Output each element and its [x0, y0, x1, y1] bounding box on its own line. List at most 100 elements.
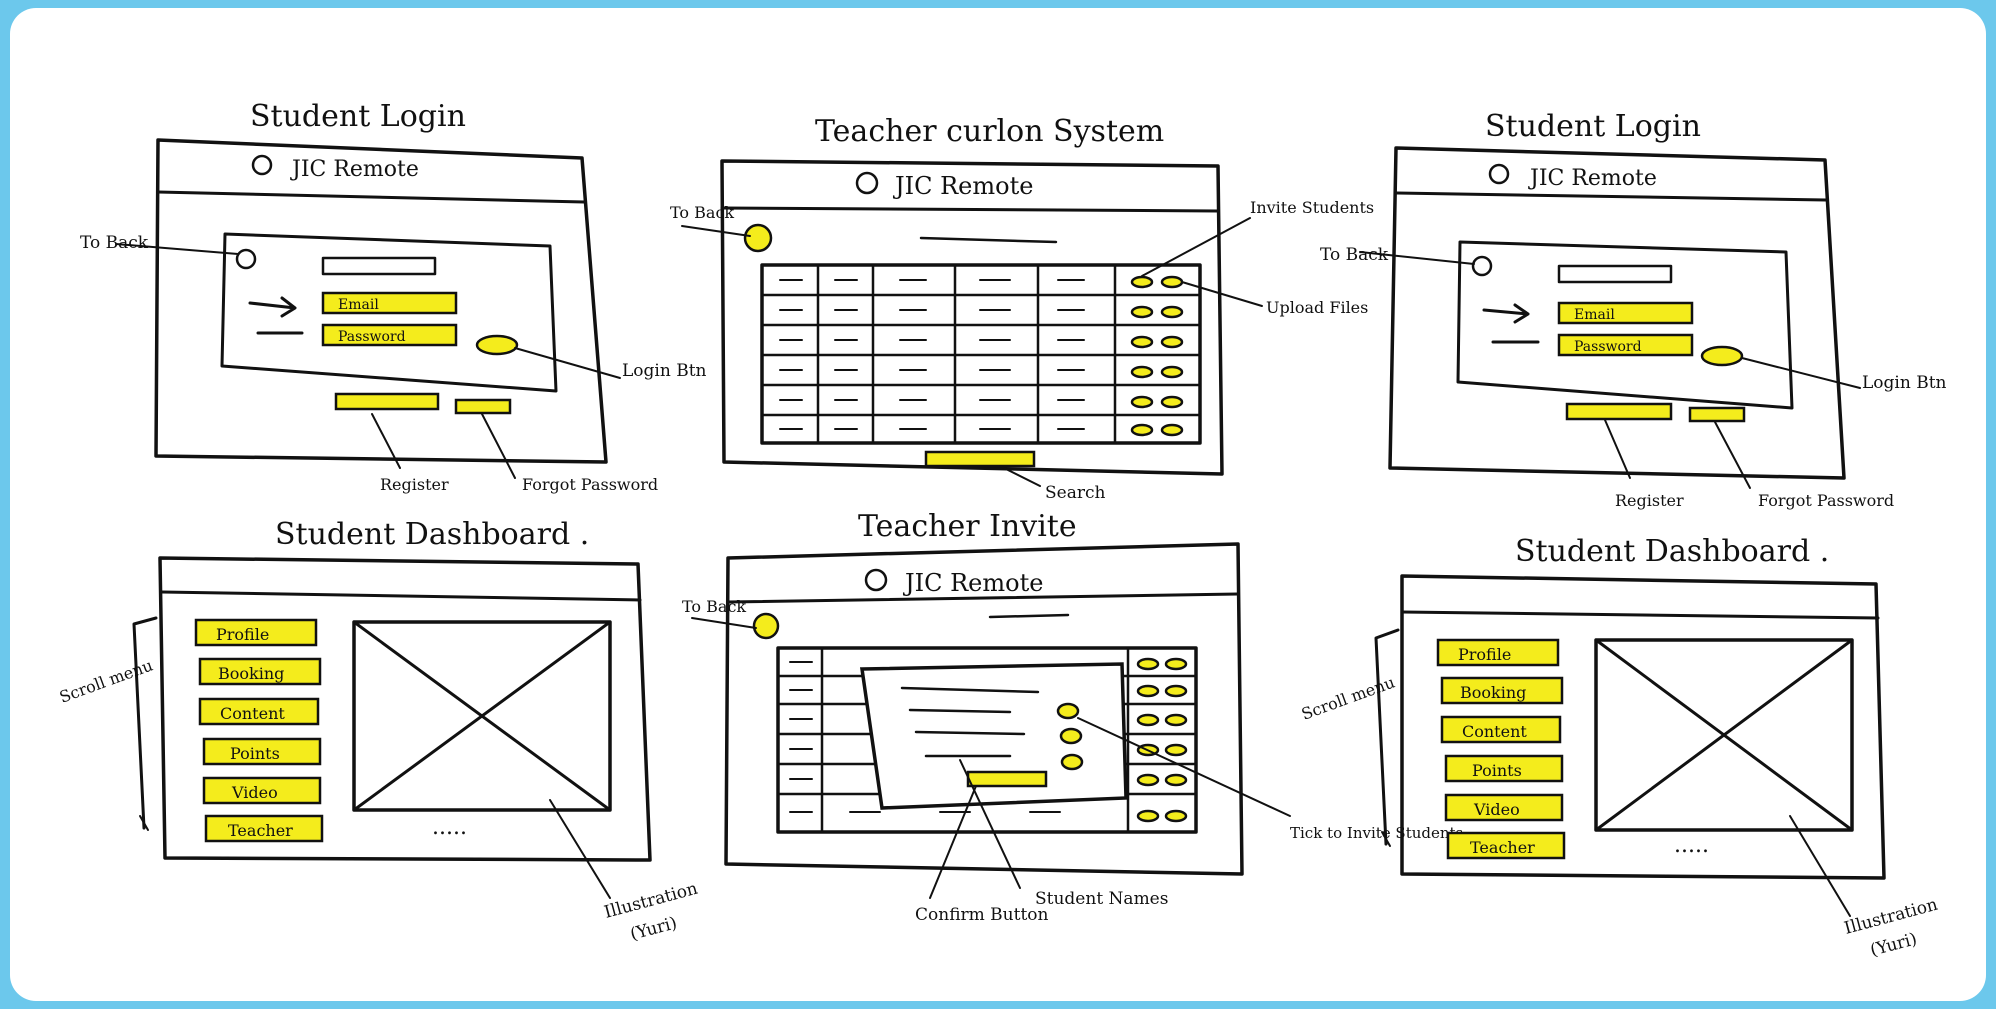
back-icon[interactable] [752, 612, 780, 640]
email-label: Email [338, 297, 379, 313]
row-action-button[interactable] [1160, 395, 1184, 409]
invite-toggle[interactable] [1164, 684, 1188, 698]
annotation-login-btn: Login Btn [622, 361, 707, 381]
menu-label: Teacher [1470, 838, 1535, 857]
page-heading-line [919, 236, 1058, 244]
panel-teacher-system: Teacher curlon System JIC Remote To Back… [670, 114, 1374, 503]
row-action-button[interactable] [1160, 305, 1184, 319]
panel-student-login-right: Student Login JIC Remote Email Password … [1320, 109, 1947, 510]
panel-title: Student Dashboard . [1515, 534, 1829, 569]
invite-toggle[interactable] [1164, 743, 1188, 757]
search-button[interactable] [924, 450, 1036, 468]
invite-toggle[interactable] [1164, 657, 1188, 671]
register-button[interactable] [334, 392, 440, 411]
row-action-button[interactable] [1160, 365, 1184, 379]
panel-teacher-invite: Teacher Invite JIC Remote To Back Tick t… [682, 509, 1463, 925]
annotation-illustration: Illustration [602, 879, 700, 923]
row-action-button[interactable] [1130, 305, 1154, 319]
invite-students-button[interactable] [1130, 275, 1154, 289]
invite-toggle[interactable] [1136, 809, 1160, 823]
annotation-illustration: Illustration [1842, 895, 1940, 939]
annotation-scroll-menu: Scroll menu [1299, 672, 1397, 723]
annotation-illustration-sub: (Yuri) [628, 913, 679, 945]
invite-toggle[interactable] [1164, 773, 1188, 787]
annotation-invite-students: Invite Students [1250, 198, 1374, 217]
forgot-password-button[interactable] [1688, 406, 1746, 423]
confirm-button[interactable] [966, 770, 1048, 788]
invite-toggle[interactable] [1136, 657, 1160, 671]
invite-toggle[interactable] [1164, 713, 1188, 727]
sketch-board: Student Login JIC Remote Email Password … [10, 8, 1986, 1001]
panel-title: Teacher Invite [858, 509, 1077, 544]
forgot-password-button[interactable] [454, 398, 512, 415]
panel-title: Student Login [1485, 109, 1701, 144]
app-name: JIC Remote [290, 157, 419, 182]
menu-label: Teacher [228, 821, 293, 840]
row-action-button[interactable] [1130, 365, 1154, 379]
panel-student-dashboard-left: Student Dashboard . Profile Booking Cont… [57, 517, 700, 945]
menu-label: Video [231, 783, 278, 802]
logo-icon [864, 568, 888, 592]
annotation-upload-files: Upload Files [1266, 298, 1368, 317]
side-menu: Profile Booking Content Points Video Tea… [194, 618, 324, 843]
invite-checkbox[interactable] [1059, 727, 1083, 745]
annotation-student-names: Student Names [1035, 889, 1168, 909]
ellipsis: ..... [1674, 833, 1709, 858]
invite-toggle[interactable] [1136, 713, 1160, 727]
menu-label: Content [1462, 722, 1527, 741]
panel-student-login-left: Student Login JIC Remote Email Password … [80, 99, 707, 494]
row-invite-buttons [1136, 657, 1188, 823]
annotation-to-back: To Back [670, 203, 734, 222]
register-button[interactable] [1565, 402, 1673, 421]
ellipsis: ..... [432, 815, 467, 840]
menu-label: Booking [218, 664, 284, 683]
panel-title: Teacher curlon System [815, 114, 1164, 149]
logo-field [321, 256, 437, 276]
wireframe-sketch: Student Login JIC Remote Email Password … [57, 99, 1947, 961]
invite-toggle[interactable] [1136, 773, 1160, 787]
row-action-button[interactable] [1130, 395, 1154, 409]
login-button[interactable] [475, 334, 519, 356]
logo-field [1557, 264, 1673, 284]
panel-title: Student Dashboard . [275, 517, 589, 552]
panel-student-dashboard-right: Student Dashboard . Profile Booking Cont… [1299, 534, 1940, 961]
logo-icon [1488, 163, 1510, 185]
email-label: Email [1574, 307, 1615, 323]
annotation-tick: Tick to Invite Students [1290, 824, 1463, 842]
menu-label: Points [230, 744, 280, 763]
menu-label: Profile [1458, 645, 1511, 664]
menu-label: Video [1473, 800, 1520, 819]
back-icon[interactable] [235, 248, 257, 270]
menu-label: Profile [216, 625, 269, 644]
annotation-forgot: Forgot Password [522, 475, 658, 494]
app-name: JIC Remote [1528, 166, 1657, 191]
logo-icon [855, 171, 879, 195]
upload-files-button[interactable] [1160, 275, 1184, 289]
menu-label: Points [1472, 761, 1522, 780]
password-label: Password [338, 329, 406, 345]
annotation-illustration-sub: (Yuri) [1868, 929, 1919, 961]
invite-toggle[interactable] [1136, 684, 1160, 698]
invite-checkbox[interactable] [1060, 753, 1084, 771]
invite-checkbox[interactable] [1056, 702, 1080, 720]
menu-label: Booking [1460, 683, 1526, 702]
back-icon[interactable] [1471, 255, 1493, 277]
annotation-register: Register [380, 475, 449, 494]
invite-toggle[interactable] [1164, 809, 1188, 823]
app-name: JIC Remote [892, 172, 1033, 200]
panel-title: Student Login [250, 99, 466, 134]
page-heading-line [988, 613, 1070, 619]
annotation-to-back: To Back [1320, 245, 1389, 265]
password-label: Password [1574, 339, 1642, 355]
app-name: JIC Remote [902, 569, 1043, 597]
back-icon[interactable] [743, 223, 773, 253]
login-button[interactable] [1700, 345, 1744, 367]
annotation-to-back: To Back [682, 597, 746, 616]
row-action-button[interactable] [1160, 423, 1184, 437]
annotation-search: Search [1045, 483, 1105, 503]
row-action-button[interactable] [1130, 423, 1154, 437]
row-action-button[interactable] [1130, 335, 1154, 349]
row-action-button[interactable] [1160, 335, 1184, 349]
annotation-register: Register [1615, 491, 1684, 510]
annotation-confirm: Confirm Button [915, 905, 1049, 925]
